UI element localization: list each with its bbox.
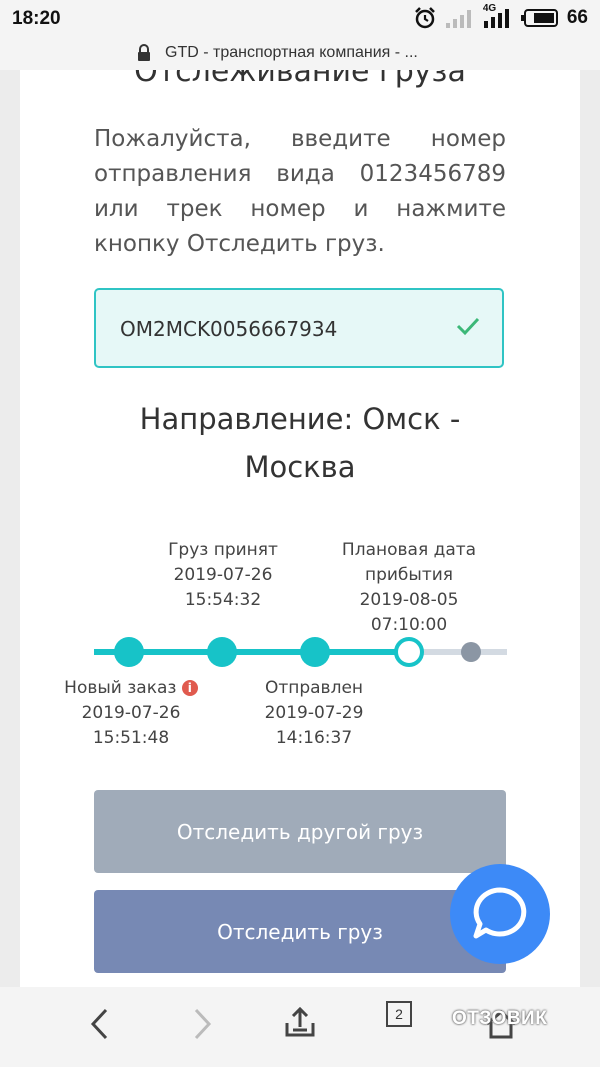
network-type-icon: 4G [483, 3, 513, 29]
timeline-node-delivered [461, 642, 481, 662]
back-arrow-icon[interactable] [88, 1007, 112, 1041]
step-title: Отправлен [264, 678, 364, 698]
timeline-node-accepted [207, 637, 237, 667]
timeline-node-new-order [114, 637, 144, 667]
page-title: Отслеживание груза [134, 70, 466, 89]
timeline-node-sent [300, 637, 330, 667]
step-date: 2019-07-26 [173, 565, 273, 585]
route-direction: Направление: Омск - Москва [139, 402, 461, 484]
battery-icon [520, 9, 558, 27]
watermark: ОТЗОВИК [452, 1008, 548, 1029]
status-bar: 18:20 4G 66 [0, 0, 600, 38]
timeline-node-planned-arrival [394, 637, 424, 667]
step-time: 07:10:00 [370, 615, 448, 635]
step-title: Груз принят [168, 540, 278, 560]
lock-icon [138, 44, 150, 61]
track-button[interactable]: Отследить груз [94, 890, 506, 973]
tracking-number-field[interactable] [94, 288, 504, 368]
step-title-row: Новый заказ i [51, 676, 211, 701]
share-icon[interactable] [284, 1005, 316, 1039]
timeline-label-accepted: Груз принят 2019-07-26 15:54:32 [153, 538, 293, 613]
chat-bubble-icon [473, 887, 527, 939]
step-date: 2019-07-29 [264, 703, 364, 723]
timeline-label-sent: Отправлен 2019-07-29 14:16:37 [239, 676, 389, 751]
info-icon[interactable]: i [181, 680, 198, 696]
browser-url-bar[interactable]: GTD - транспортная компания - ... [0, 38, 600, 70]
tracking-number-input[interactable] [120, 312, 440, 346]
battery-level: 66 [566, 7, 588, 28]
page-title-in-url-bar: GTD - транспортная компания - ... [165, 44, 418, 61]
step-title: Новый заказ [64, 678, 177, 698]
step-time: 14:16:37 [275, 728, 353, 748]
forward-arrow-icon[interactable] [190, 1007, 214, 1041]
valid-check-icon [456, 317, 480, 336]
alarm-icon [414, 7, 435, 29]
network-type-label: 4G [482, 3, 497, 14]
step-time: 15:51:48 [92, 728, 170, 748]
timeline-label-planned-arrival: Плановая дата прибытия 2019-08-05 07:10:… [334, 538, 484, 638]
step-time: 15:54:32 [184, 590, 262, 610]
instructions-text: Пожалуйста, введите номер отправления ви… [94, 126, 506, 257]
step-date: 2019-08-05 [359, 590, 459, 610]
step-title-line2: прибытия [364, 565, 454, 585]
status-time: 18:20 [12, 8, 61, 29]
page-content: Отслеживание груза Пожалуйста, введите н… [20, 70, 580, 987]
signal-icon [445, 10, 471, 28]
browser-bottom-nav: 2 ОТЗОВИК [0, 987, 600, 1067]
timeline-label-new-order: Новый заказ i 2019-07-26 15:51:48 [51, 676, 211, 751]
status-icons: 4G 66 [413, 3, 588, 30]
chat-button[interactable] [450, 864, 550, 964]
track-other-button[interactable]: Отследить другой груз [94, 790, 506, 873]
step-title-line1: Плановая дата [341, 540, 477, 560]
step-date: 2019-07-26 [81, 703, 181, 723]
tabs-counter-button[interactable]: 2 [386, 1001, 412, 1027]
